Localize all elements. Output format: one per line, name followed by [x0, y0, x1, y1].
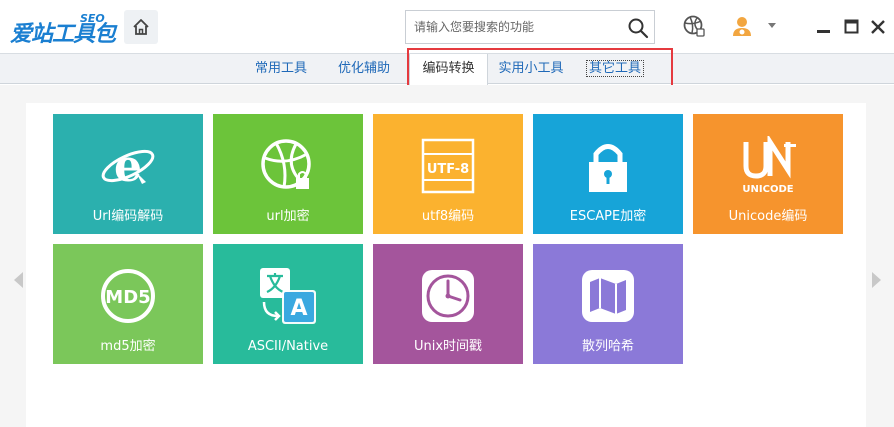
unicode-icon-text: UNICODE: [742, 184, 793, 195]
search-input[interactable]: [414, 11, 624, 43]
search-icon[interactable]: [626, 16, 650, 40]
lock-globe-icon: [258, 136, 318, 196]
md5-icon: MD5: [98, 266, 158, 326]
utf8-icon: UTF-8: [418, 136, 478, 196]
tab-utilities[interactable]: 实用小工具: [492, 54, 570, 84]
chevron-down-icon[interactable]: [768, 23, 776, 28]
avatar[interactable]: [730, 14, 754, 38]
map-icon: [578, 266, 638, 326]
tool-hash[interactable]: 散列哈希: [533, 244, 683, 364]
tool-label: md5加密: [100, 339, 156, 354]
close-icon[interactable]: [869, 18, 887, 36]
md5-icon-text: MD5: [105, 287, 150, 308]
tab-optimization[interactable]: 优化辅助: [329, 54, 399, 84]
basketball-icon[interactable]: [682, 14, 706, 38]
clock-icon: [418, 266, 478, 326]
tool-label: Unix时间戳: [413, 339, 483, 354]
tool-url-encode[interactable]: e Url编码解码: [53, 114, 203, 234]
translate-icon-text: A: [290, 296, 307, 321]
maximize-icon[interactable]: [843, 18, 861, 36]
tool-label: ESCAPE加密: [569, 209, 647, 224]
tool-label: utf8编码: [421, 209, 475, 224]
tool-label: ASCII/Native: [247, 339, 329, 354]
tool-ascii-native[interactable]: A ASCII/Native: [213, 244, 363, 364]
app-logo: 爱站工具包 SEO: [10, 8, 116, 47]
tool-unicode-encode[interactable]: UNICODE Unicode编码: [693, 114, 843, 234]
tab-other-tools-label: 其它工具: [585, 60, 644, 77]
tab-other-tools[interactable]: 其它工具: [580, 54, 650, 84]
unicode-icon: UNICODE: [738, 136, 798, 196]
tool-unix-timestamp[interactable]: Unix时间戳: [373, 244, 523, 364]
padlock-icon: [578, 136, 638, 196]
tool-label: 散列哈希: [581, 339, 634, 354]
search-box[interactable]: [405, 10, 655, 44]
tab-encoding[interactable]: 编码转换: [409, 54, 488, 85]
utf8-icon-text: UTF-8: [427, 162, 469, 177]
home-icon: [133, 19, 149, 35]
tool-label: url加密: [266, 209, 310, 224]
category-tabs: 常用工具 优化辅助 编码转换 实用小工具 其它工具: [0, 54, 894, 85]
svg-text:e: e: [114, 141, 142, 192]
next-page-arrow[interactable]: [872, 272, 881, 288]
minimize-icon[interactable]: [815, 18, 833, 36]
tool-utf8-encode[interactable]: UTF-8 utf8编码: [373, 114, 523, 234]
tab-common-tools[interactable]: 常用工具: [246, 54, 316, 84]
translate-icon: A: [258, 266, 318, 326]
tool-label: Unicode编码: [728, 209, 808, 224]
prev-page-arrow[interactable]: [14, 272, 23, 288]
home-button[interactable]: [124, 10, 158, 44]
tool-label: Url编码解码: [92, 209, 164, 224]
logo-seo-mark: SEO: [80, 12, 105, 25]
title-bar: 爱站工具包 SEO: [0, 0, 894, 54]
ie-icon: e: [98, 136, 158, 196]
tool-escape-encrypt[interactable]: ESCAPE加密: [533, 114, 683, 234]
tool-md5-encrypt[interactable]: MD5 md5加密: [53, 244, 203, 364]
tool-url-encrypt[interactable]: url加密: [213, 114, 363, 234]
